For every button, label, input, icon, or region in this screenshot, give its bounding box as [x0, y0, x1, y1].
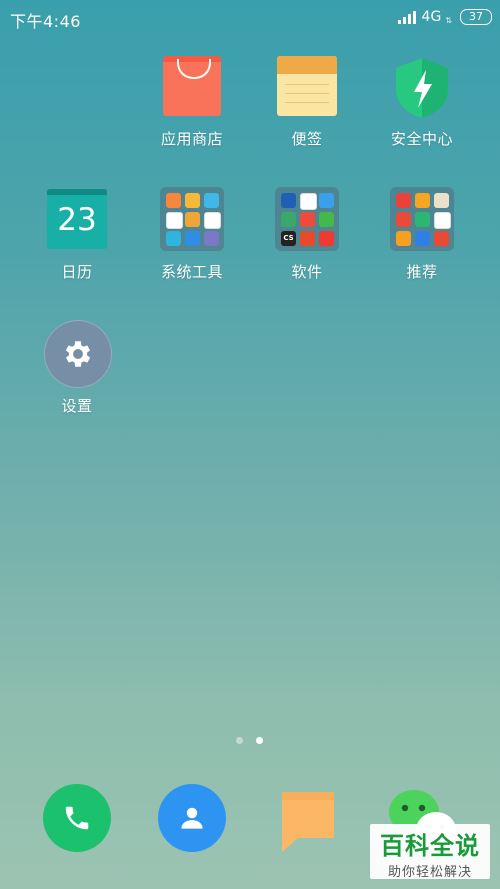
shield-icon	[396, 58, 448, 118]
shopping-bag-icon	[163, 56, 221, 116]
folder-mini-app-icon	[204, 193, 219, 208]
contacts-app[interactable]	[158, 784, 226, 852]
security-icon[interactable]	[392, 56, 452, 118]
security-app[interactable]: 安全中心	[372, 56, 472, 149]
status-bar: 下午4:46 4G ⇅ 37	[0, 0, 500, 36]
person-icon	[181, 807, 203, 829]
folder-mini-app-icon	[415, 231, 430, 246]
folder-mini-app-icon	[204, 212, 221, 229]
page-dot-1[interactable]	[236, 737, 243, 744]
folder-mini-app-icon	[300, 193, 317, 210]
folder-mini-app-icon	[166, 193, 181, 208]
page-indicator	[236, 737, 263, 744]
folder-mini-app-icon	[185, 231, 200, 246]
settings-icon[interactable]	[44, 320, 112, 388]
battery-level: 37	[469, 10, 483, 23]
status-right: 4G ⇅ 37	[397, 8, 492, 26]
folder-mini-app-icon	[281, 193, 296, 208]
notes-app[interactable]: 便签	[257, 56, 357, 149]
app-store-icon[interactable]	[162, 56, 222, 118]
folder-mini-app-icon	[434, 193, 449, 208]
folder-mini-app-icon	[319, 212, 334, 227]
page-dot-2-active[interactable]	[256, 737, 263, 744]
system-tools-folder[interactable]: 系统工具	[142, 187, 242, 282]
folder-mini-app-icon	[434, 231, 449, 246]
folder-mini-app-icon	[319, 193, 334, 208]
recommended-folder-icon[interactable]	[390, 187, 454, 251]
recommended-label: 推荐	[406, 263, 438, 281]
calendar-icon[interactable]: 23	[47, 189, 107, 251]
messages-app[interactable]	[280, 790, 336, 854]
security-label: 安全中心	[390, 130, 453, 148]
folder-mini-app-icon	[281, 212, 296, 227]
folder-mini-app-icon	[396, 231, 411, 246]
folder-mini-app-icon	[166, 231, 181, 246]
calendar-label: 日历	[61, 263, 93, 281]
folder-mini-app-icon	[185, 193, 200, 208]
folder-mini-app-icon	[415, 193, 430, 208]
system-tools-folder-icon[interactable]	[160, 187, 224, 251]
folder-mini-app-icon	[166, 212, 183, 229]
phone-app[interactable]	[43, 784, 111, 852]
system-tools-label: 系统工具	[160, 263, 223, 281]
memo-pad-icon	[277, 56, 337, 116]
software-folder-icon[interactable]: CS	[275, 187, 339, 251]
settings-app[interactable]: 设置	[27, 320, 127, 416]
message-bubble-icon	[282, 792, 334, 852]
folder-mini-app-icon	[434, 212, 451, 229]
folder-icon-grid: CS	[275, 187, 339, 251]
folder-mini-app-icon	[204, 231, 219, 246]
notes-label: 便签	[291, 130, 323, 148]
phone-icon	[65, 806, 89, 830]
settings-label: 设置	[61, 397, 93, 415]
folder-mini-app-icon	[300, 231, 315, 246]
folder-mini-app-icon: CS	[281, 231, 296, 246]
folder-icon-grid	[390, 187, 454, 251]
folder-mini-app-icon	[319, 231, 334, 246]
gear-icon	[65, 341, 91, 367]
app-store-label: 应用商店	[160, 130, 223, 148]
settings-circle	[44, 320, 112, 388]
recommended-folder[interactable]: 推荐	[372, 187, 472, 282]
watermark-title: 百科全说	[380, 832, 480, 860]
folder-mini-app-icon	[396, 212, 411, 227]
notes-icon[interactable]	[277, 56, 337, 118]
folder-mini-app-icon	[300, 212, 315, 227]
signal-icon	[397, 10, 418, 24]
calendar-app[interactable]: 23 日历	[27, 189, 127, 282]
folder-mini-app-icon	[415, 212, 430, 227]
status-time: 下午4:46	[10, 12, 81, 31]
watermark-subtitle: 助你轻松解决	[387, 865, 472, 880]
software-folder[interactable]: CS 软件	[257, 187, 357, 282]
battery-icon: 37	[460, 9, 492, 25]
app-store-app[interactable]: 应用商店	[142, 56, 242, 149]
watermark-logo: 百科全说 助你轻松解决	[370, 824, 490, 880]
data-arrows-icon: ⇅	[445, 15, 452, 25]
calendar-day: 23	[47, 189, 107, 249]
folder-mini-app-icon	[185, 212, 200, 227]
software-label: 软件	[291, 263, 323, 281]
folder-icon-grid	[160, 187, 224, 251]
folder-mini-app-icon	[396, 193, 411, 208]
network-type: 4G	[421, 9, 442, 25]
